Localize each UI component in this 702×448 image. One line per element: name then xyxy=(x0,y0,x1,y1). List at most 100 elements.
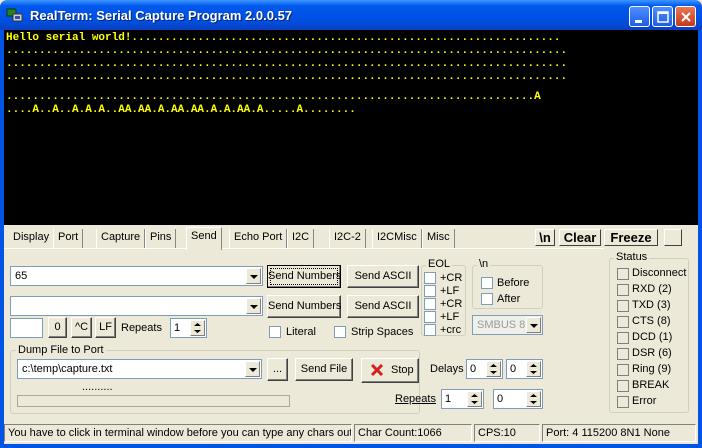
delay2-spinner[interactable]: 0 xyxy=(506,359,543,379)
status-indicator-error xyxy=(617,396,629,408)
send-file-button[interactable]: Send File xyxy=(295,358,353,381)
send-numbers-button-1[interactable]: Send Numbers xyxy=(267,265,341,288)
progress-dots: .......... xyxy=(82,381,113,393)
eol-lf-label-2: +LF xyxy=(440,311,460,323)
freeze-button[interactable]: Freeze xyxy=(604,229,658,246)
realterm-app-icon[interactable] xyxy=(6,7,24,23)
spinner-arrows-icon[interactable] xyxy=(467,391,482,407)
browse-button[interactable]: ... xyxy=(267,358,288,381)
dump-repeats1-spinner[interactable]: 1 xyxy=(441,389,484,409)
terminal-window[interactable]: Hello serial world!.....................… xyxy=(4,30,698,225)
status-item-label: BREAK xyxy=(632,379,670,391)
terminal-line: Hello serial world!.....................… xyxy=(6,32,561,44)
eol-lf-label-1: +LF xyxy=(440,285,460,297)
status-indicator-disconnect xyxy=(617,268,629,280)
eol-cr-checkbox-1[interactable] xyxy=(424,272,436,284)
zero-button[interactable]: 0 xyxy=(48,317,67,338)
tab-port[interactable]: Port xyxy=(53,229,84,248)
title-bar[interactable]: RealTerm: Serial Capture Program 2.0.0.5… xyxy=(0,0,702,30)
repeats-label: Repeats xyxy=(121,322,162,334)
send-numbers-button-2[interactable]: Send Numbers xyxy=(267,295,341,318)
eol-lf-checkbox-2[interactable] xyxy=(424,311,436,323)
before-checkbox[interactable] xyxy=(481,277,493,289)
ctrl-c-button[interactable]: ^C xyxy=(71,317,92,338)
tab-i2c[interactable]: I2C xyxy=(287,229,315,248)
clear-button[interactable]: Clear xyxy=(559,229,601,246)
spinner-arrows-icon[interactable] xyxy=(190,320,205,336)
status-indicator-rxd-2 xyxy=(617,284,629,296)
repeats-value: 1 xyxy=(174,322,181,334)
send-ascii-button-2[interactable]: Send ASCII xyxy=(347,295,419,318)
send-combo-2[interactable] xyxy=(10,296,263,316)
eol-crc-label: +crc xyxy=(440,324,462,336)
status-indicator-dcd-1 xyxy=(617,332,629,344)
status-item-label: Error xyxy=(632,395,657,407)
stop-label: Stop xyxy=(391,364,414,376)
status-item-label: DSR (6) xyxy=(632,347,672,359)
window-title: RealTerm: Serial Capture Program 2.0.0.5… xyxy=(30,8,293,23)
delays-label: Delays xyxy=(430,363,464,375)
tab-pins[interactable]: Pins xyxy=(145,229,177,248)
status-hint: You have to click in terminal window bef… xyxy=(4,424,352,442)
strip-spaces-checkbox[interactable] xyxy=(334,326,346,338)
tab-capture[interactable]: Capture xyxy=(96,229,146,248)
terminal-line: ........................................… xyxy=(6,58,568,70)
tab-send[interactable]: Send xyxy=(186,227,222,250)
smbus-value: SMBUS 8 xyxy=(477,319,526,331)
close-button[interactable] xyxy=(675,6,696,27)
chevron-down-icon[interactable] xyxy=(246,298,261,314)
delay1-spinner[interactable]: 0 xyxy=(466,359,503,379)
eol-cr-checkbox-2[interactable] xyxy=(424,298,436,310)
dump-file-combo[interactable]: c:\temp\capture.txt xyxy=(17,359,262,379)
status-item-label: TXD (3) xyxy=(632,299,671,311)
maximize-icon xyxy=(657,11,669,23)
small-number-field[interactable] xyxy=(10,318,43,338)
cps-readout: CPS:10 xyxy=(474,424,540,442)
status-item-label: RXD (2) xyxy=(632,283,672,295)
spinner-arrows-icon[interactable] xyxy=(526,391,541,407)
newline-button[interactable]: \n xyxy=(535,229,555,246)
after-checkbox[interactable] xyxy=(481,293,493,305)
port-info: Port: 4 115200 8N1 None xyxy=(542,424,696,442)
extra-toggle-button[interactable] xyxy=(664,229,682,246)
repeats-spinner[interactable]: 1 xyxy=(170,318,207,338)
dump-repeats2-spinner[interactable]: 0 xyxy=(493,389,543,409)
dump-progress-bar xyxy=(17,395,290,407)
delay2-value: 0 xyxy=(510,363,517,375)
stop-button[interactable]: Stop xyxy=(361,358,419,383)
eol-label: EOL xyxy=(426,258,453,270)
status-item-label: Ring (9) xyxy=(632,363,672,375)
strip-spaces-label: Strip Spaces xyxy=(351,326,414,338)
eol-lf-checkbox-1[interactable] xyxy=(424,285,436,297)
chevron-down-icon[interactable] xyxy=(526,317,541,333)
spinner-arrows-icon[interactable] xyxy=(526,361,541,377)
stop-x-icon xyxy=(370,363,384,377)
literal-label: Literal xyxy=(286,326,316,338)
minimize-icon xyxy=(635,20,642,23)
tab-i2cmisc[interactable]: I2CMisc xyxy=(372,229,422,248)
tab-misc[interactable]: Misc xyxy=(422,229,455,248)
send-combo-1[interactable]: 65 xyxy=(10,266,263,286)
close-icon xyxy=(681,12,691,22)
status-indicator-break xyxy=(617,380,629,392)
tab-display[interactable]: Display xyxy=(9,229,55,248)
window-frame-bottom xyxy=(0,444,702,448)
send-ascii-button-1[interactable]: Send ASCII xyxy=(347,265,419,288)
after-label: After xyxy=(497,293,521,305)
minimize-button[interactable] xyxy=(629,6,650,27)
terminal-line: ........................................… xyxy=(6,91,541,103)
tab-echo-port[interactable]: Echo Port xyxy=(229,229,288,248)
tab-i2c-2[interactable]: I2C-2 xyxy=(329,229,366,248)
status-indicator-ring-9 xyxy=(617,364,629,376)
maximize-button[interactable] xyxy=(652,6,673,27)
eol-crc-checkbox[interactable] xyxy=(424,324,436,336)
smbus-select[interactable]: SMBUS 8 xyxy=(472,315,543,335)
dump-repeats-label: Repeats xyxy=(395,393,436,405)
literal-checkbox[interactable] xyxy=(269,326,281,338)
terminal-line: ........................................… xyxy=(6,71,568,83)
chevron-down-icon[interactable] xyxy=(245,361,260,377)
lf-button[interactable]: LF xyxy=(95,317,116,338)
dump-repeats2-value: 0 xyxy=(497,393,504,405)
spinner-arrows-icon[interactable] xyxy=(486,361,501,377)
chevron-down-icon[interactable] xyxy=(246,268,261,284)
